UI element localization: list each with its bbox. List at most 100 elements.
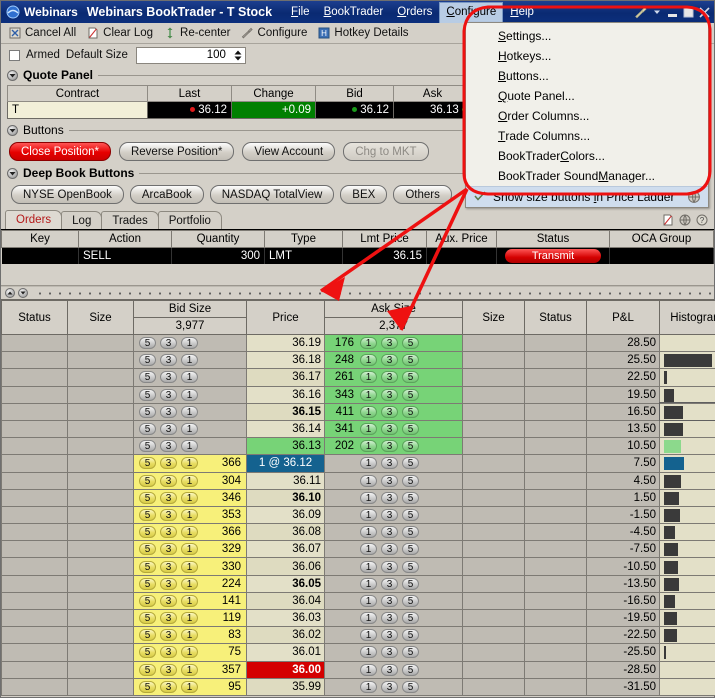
ask-size-button-3[interactable]: 3 [381, 457, 398, 470]
row-status-right[interactable] [524, 505, 587, 525]
row-price[interactable]: 36.02 [246, 626, 325, 645]
row-bid-size[interactable]: 5 3 1 304 [133, 471, 247, 490]
chg-to-mkt-button[interactable]: Chg to MKT [343, 142, 429, 161]
row-bid-size[interactable]: 5 3 1 330 [133, 557, 247, 576]
row-ask-size[interactable]: 202 1 3 5 [324, 437, 463, 456]
row-bid-size[interactable]: 5 3 1 224 [133, 574, 247, 593]
ask-size-button-1[interactable]: 1 [360, 423, 377, 436]
row-ask-size[interactable]: 135 [324, 523, 463, 542]
row-status-right[interactable] [524, 626, 587, 645]
row-ask-size[interactable]: 135 [324, 454, 463, 473]
clear-log-button[interactable]: Clear Log [84, 26, 158, 41]
row-ask-size[interactable]: 135 [324, 574, 463, 593]
row-ask-size[interactable]: 176 1 3 5 [324, 333, 463, 353]
re-center-button[interactable]: Re-center [161, 26, 236, 41]
ask-size-button-5[interactable]: 5 [402, 646, 419, 659]
row-ask-size[interactable]: 135 [324, 660, 463, 679]
ladder-row[interactable]: 5 3 1 329 36.07 1 3 5 -7.50 [1, 540, 715, 559]
menu-item-booktrader-colors[interactable]: BookTrader Colors... [466, 146, 708, 166]
row-size-right[interactable] [462, 419, 525, 439]
menu-configure[interactable]: Configure [439, 1, 504, 23]
ask-size-button-1[interactable]: 1 [360, 508, 377, 521]
ladder-col-price[interactable]: Price [246, 300, 325, 335]
row-bid-size[interactable]: 531 [133, 351, 247, 370]
ladder-col-size-right[interactable]: Size [462, 300, 525, 335]
bid-size-button-3[interactable]: 3 [160, 680, 177, 693]
orders-col-type[interactable]: Type [264, 230, 343, 248]
bid-size-button-5[interactable]: 5 [139, 474, 156, 487]
menu-item-order-columns[interactable]: Order Columns... [466, 106, 708, 126]
row-size-right[interactable] [462, 660, 525, 679]
ask-size-button-5[interactable]: 5 [402, 526, 419, 539]
bid-size-button-3[interactable]: 3 [160, 612, 177, 625]
row-ask-size[interactable]: 135 [324, 626, 463, 645]
row-status-left[interactable] [1, 505, 68, 525]
orders-col-key[interactable]: Key [1, 230, 79, 248]
ask-size-button-3[interactable]: 3 [381, 508, 398, 521]
row-ask-size[interactable]: 135 [324, 488, 463, 507]
order-lmt-price[interactable]: 36.15 [342, 247, 427, 264]
reverse-position-button[interactable]: Reverse Position* [118, 142, 235, 161]
ladder-row[interactable]: 5 3 1 36.13 202 1 3 5 10.50 [1, 437, 715, 456]
ask-size-button-1[interactable]: 1 [360, 577, 377, 590]
row-size-left[interactable] [67, 419, 134, 439]
tab-log[interactable]: Log [61, 211, 103, 229]
row-ask-size[interactable]: 135 [324, 591, 463, 611]
nyse-openbook-button[interactable]: NYSE OpenBook [11, 185, 124, 204]
bid-size-button-3[interactable]: 3 [160, 577, 177, 590]
row-status-right[interactable] [524, 351, 587, 370]
armed-checkbox[interactable] [9, 49, 20, 61]
ask-size-button-5[interactable]: 5 [402, 388, 419, 401]
ask-size-button-3[interactable]: 3 [381, 474, 398, 487]
ask-size-button-3[interactable]: 3 [381, 337, 398, 350]
row-price[interactable]: 36.01 [246, 643, 325, 662]
bid-size-button-5[interactable]: 5 [139, 457, 156, 470]
ladder-row[interactable]: 5 3 1 330 36.06 1 3 5 -10.50 [1, 557, 715, 576]
row-status-left[interactable] [1, 488, 68, 507]
row-size-right[interactable] [462, 557, 525, 576]
bid-size-button-5[interactable]: 5 [139, 594, 156, 607]
row-size-left[interactable] [67, 488, 134, 507]
bid-size-button-3[interactable]: 3 [160, 371, 177, 384]
close-position-button[interactable]: Close Position* [9, 142, 111, 161]
row-status-right[interactable] [524, 385, 587, 404]
quote-col-last[interactable]: Last [147, 85, 232, 102]
menu-help[interactable]: Help [503, 2, 541, 22]
row-price[interactable]: 36.10 [246, 488, 325, 507]
ladder-row[interactable]: 5 3 1 357 36.00 1 3 5 -28.50 [1, 660, 715, 679]
quote-col-change[interactable]: Change [231, 85, 316, 102]
row-status-left[interactable] [1, 608, 68, 628]
row-status-right[interactable] [524, 677, 587, 696]
row-bid-size[interactable]: 5 3 1 119 [133, 608, 247, 628]
bid-size-button-1[interactable]: 1 [181, 423, 198, 436]
row-status-right[interactable] [524, 574, 587, 593]
bid-size-button-1[interactable]: 1 [181, 629, 198, 642]
bid-size-button-5[interactable]: 5 [139, 680, 156, 693]
order-quantity[interactable]: 300 [171, 247, 265, 264]
row-status-left[interactable] [1, 591, 68, 611]
row-ask-size[interactable]: 135 [324, 677, 463, 696]
bid-size-button-5[interactable]: 5 [139, 646, 156, 659]
row-price[interactable]: 36.19 [246, 333, 325, 353]
row-status-right[interactable] [524, 437, 587, 456]
row-ask-size[interactable]: 411 1 3 5 [324, 402, 463, 421]
bid-size-button-5[interactable]: 5 [139, 577, 156, 590]
row-price[interactable]: 36.17 [246, 368, 325, 387]
bid-size-button-1[interactable]: 1 [181, 560, 198, 573]
ladder-row[interactable]: 5 3 1 346 36.10 1 3 5 1.50 [1, 488, 715, 507]
globe-icon[interactable] [679, 213, 692, 226]
default-size-stepper[interactable]: 100 [135, 46, 246, 64]
orders-col-oca-group[interactable]: OCA Group [609, 230, 714, 248]
row-price[interactable]: 36.03 [246, 608, 325, 628]
orders-col-quantity[interactable]: Quantity [171, 230, 265, 248]
row-price[interactable]: 36.07 [246, 540, 325, 559]
ask-size-button-5[interactable]: 5 [402, 680, 419, 693]
row-price[interactable]: 36.11 [246, 471, 325, 490]
ask-size-button-3[interactable]: 3 [381, 388, 398, 401]
ask-size-button-1[interactable]: 1 [360, 354, 377, 367]
ask-size-button-5[interactable]: 5 [402, 337, 419, 350]
row-bid-size[interactable]: 5 3 1 141 [133, 591, 247, 611]
ladder-row[interactable]: 5 3 1 36.16 343 1 3 5 19.50 [1, 385, 715, 404]
row-size-right[interactable] [462, 523, 525, 542]
order-oca-group[interactable] [609, 247, 714, 264]
